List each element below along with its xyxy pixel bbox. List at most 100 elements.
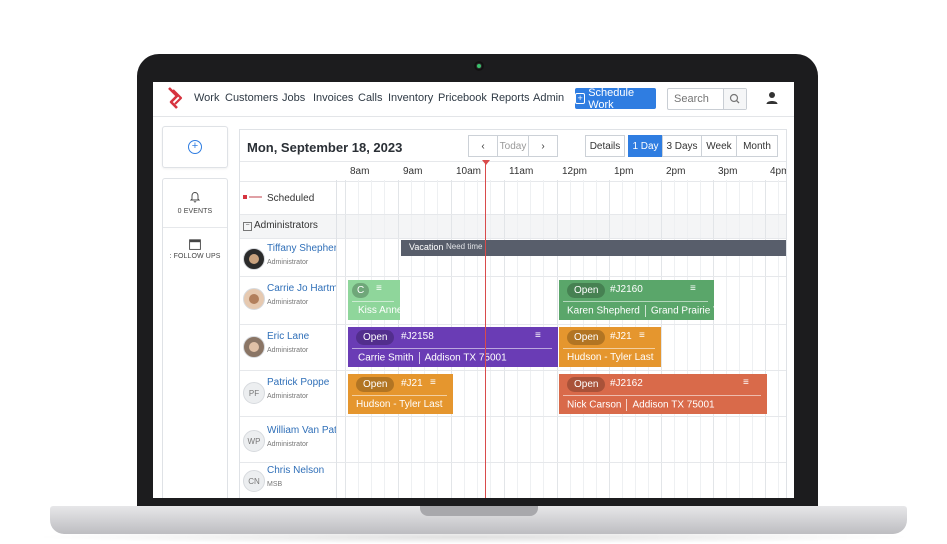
hour-label: 11am [509,166,534,177]
add-event-button[interactable]: + [162,126,228,168]
bell-icon[interactable] [190,191,200,203]
event-customer: Hudson - Tyler Last [356,399,443,410]
search-input[interactable] [668,89,726,109]
job-number: #J21 [401,378,423,389]
job-event[interactable]: Open #J21 ≡ Hudson - Tyler Last [348,374,453,414]
event-details: Nick Carson Addison TX 75001 [567,399,715,411]
event-customer: Kiss Anne [358,305,400,316]
hour-label: 8am [350,166,370,177]
schedule-calendar: Mon, September 18, 2023 ‹ Today › Detail… [239,129,787,498]
resource-row: Tiffany Shepherd Administrator [240,238,336,276]
menu-icon[interactable]: ≡ [376,283,382,294]
resource-role: Administrator [267,347,309,354]
resource-name[interactable]: Patrick Poppe [267,377,336,388]
menu-icon[interactable]: ≡ [639,330,645,341]
view-1-day-button[interactable]: 1 Day [628,135,663,157]
today-button[interactable]: Today [497,135,529,157]
resource-column-divider [336,180,337,498]
plus-icon: + [575,93,586,104]
job-event[interactable]: C ≡ Kiss Anne [348,280,400,320]
view-3-days-button[interactable]: 3 Days [662,135,702,157]
event-location: Addison TX 75001 [424,352,507,364]
calendar-icon[interactable] [189,239,201,250]
search-button[interactable] [723,89,746,109]
nav-inventory[interactable]: Inventory [388,92,433,104]
resource-name[interactable]: Tiffany Shepherd [267,243,336,254]
hour-label: 4pm [770,166,786,177]
hour-label: 9am [403,166,423,177]
schedule-work-button[interactable]: + Schedule Work [575,86,656,111]
view-details-button[interactable]: Details [585,135,625,157]
resource-role: Administrator [267,393,309,400]
current-time-line [485,160,486,498]
collapse-icon[interactable]: − [243,222,252,231]
resource-name[interactable]: Chris Nelson [267,465,336,476]
job-event[interactable]: Open #J21 ≡ Hudson - Tyler Last [559,327,661,367]
status-badge: Open [567,330,606,345]
resource-row: WP William Van Patten Administrator [240,416,336,462]
event-divider [352,395,447,396]
hour-label: 10am [456,166,482,177]
nav-jobs[interactable]: Jobs [282,92,305,104]
event-note: Need time [446,242,483,251]
events-count[interactable]: 0 EVENTS [163,208,227,215]
schedule-work-label: Schedule Work [588,86,635,111]
next-day-button[interactable]: › [528,135,558,157]
hour-label: 12pm [562,166,588,177]
page-title: Mon, September 18, 2023 [247,140,403,155]
menu-icon[interactable]: ≡ [430,377,436,388]
webcam-icon [474,61,484,71]
nav-invoices[interactable]: Invoices [313,92,353,104]
event-customer: Carrie Smith [358,352,414,364]
brand-logo-icon[interactable] [163,86,185,112]
menu-icon[interactable]: ≡ [535,330,541,341]
event-divider [563,301,708,302]
resource-name[interactable]: William Van Patten [267,425,336,436]
status-badge: C [352,283,370,298]
nav-reports[interactable]: Reports [491,92,530,104]
event-divider [352,301,394,302]
nav-admin[interactable]: Admin [533,92,564,104]
avatar [243,336,265,358]
status-badge: Open [567,283,606,298]
resource-role: Administrator [267,259,309,266]
resource-row: PF Patrick Poppe Administrator [240,370,336,416]
view-month-button[interactable]: Month [736,135,778,157]
follow-ups-count[interactable]: : FOLLOW UPS [163,253,227,260]
scheduled-row[interactable]: Scheduled [240,180,336,214]
avatar [243,248,265,270]
resource-role: Administrator [267,441,309,448]
event-details: Karen Shepherd Grand Prairie TX [567,305,714,317]
prev-day-button[interactable]: ‹ [468,135,498,157]
user-account-icon[interactable] [765,91,779,105]
resource-name[interactable]: Eric Lane [267,331,336,342]
nav-work[interactable]: Work [194,92,219,104]
event-location: Addison TX 75001 [632,399,715,411]
current-time-marker-icon [482,160,490,165]
view-week-button[interactable]: Week [701,135,737,157]
hours-header: 8am 9am 10am 11am 12pm 1pm 2pm 3pm 4pm [240,161,786,182]
event-divider [563,395,761,396]
sidebar-panel: 0 EVENTS : FOLLOW UPS [162,178,228,498]
nav-calls[interactable]: Calls [358,92,382,104]
menu-icon[interactable]: ≡ [743,377,749,388]
nav-pricebook[interactable]: Pricebook [438,92,487,104]
job-event[interactable]: Open #J2162 ≡ Nick Carson Addison TX 7500… [559,374,767,414]
hour-label: 3pm [718,166,738,177]
menu-icon[interactable]: ≡ [690,283,696,294]
avatar: PF [243,382,265,404]
job-event[interactable]: Open #J2160 ≡ Karen Shepherd Grand Prairi… [559,280,714,320]
group-administrators[interactable]: − Administrators [240,214,336,238]
nav-customers[interactable]: Customers [225,92,278,104]
resource-name[interactable]: Carrie Jo Hartman [267,283,336,294]
event-divider [352,348,552,349]
job-event[interactable]: Open #J2158 ≡ Carrie Smith Addison TX 750… [348,327,558,367]
resource-row: CN Chris Nelson MSB [240,462,336,498]
vacation-event[interactable]: Vacation Need time [401,240,786,256]
laptop-notch [420,506,538,516]
job-number: #J2160 [610,284,643,295]
hour-label: 1pm [614,166,634,177]
top-navigation: Work Customers Jobs Invoices Calls Inven… [153,82,794,117]
status-badge: Open [356,377,395,392]
job-number: #J2158 [401,331,434,342]
